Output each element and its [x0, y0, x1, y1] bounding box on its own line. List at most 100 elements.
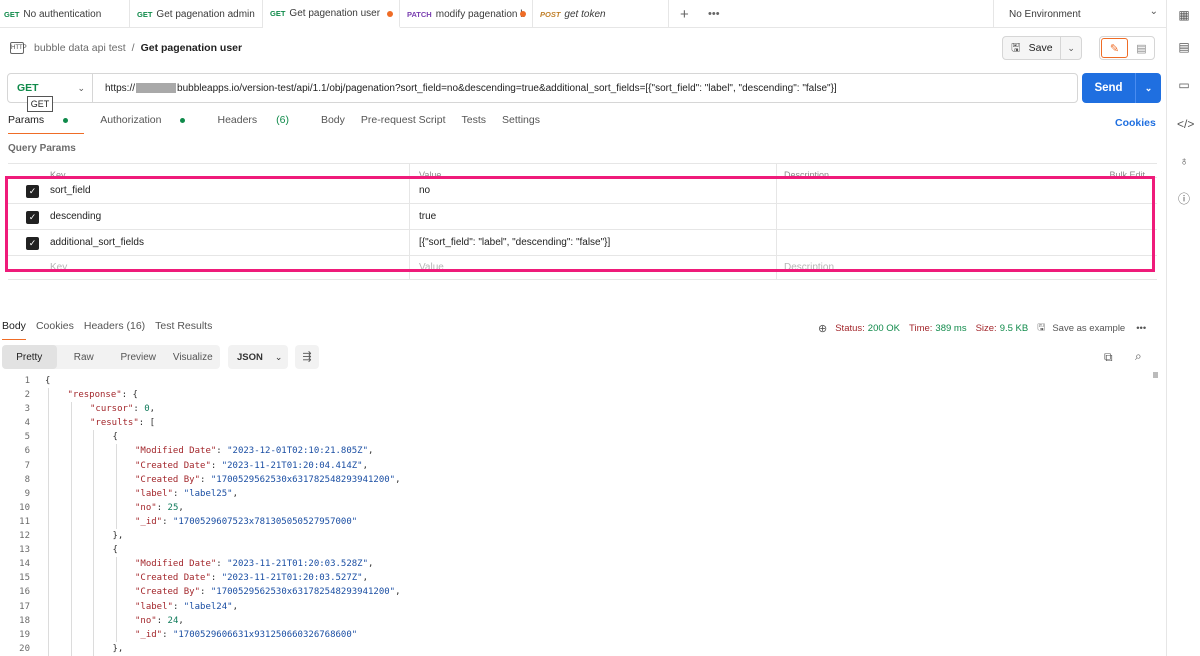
- tab-prerequest-script[interactable]: Pre-request Script: [361, 114, 446, 134]
- info-icon[interactable]: ⓘ: [1177, 192, 1191, 206]
- indent-guide: [93, 571, 94, 586]
- documentation-icon[interactable]: ▤: [1177, 40, 1191, 54]
- code-line: 15 "Created Date": "2023-11-21T01:20:03.5…: [0, 571, 1150, 586]
- globe-icon[interactable]: ⊕: [818, 322, 827, 335]
- tab-body[interactable]: Body: [321, 114, 345, 134]
- format-preview[interactable]: Preview: [111, 345, 166, 369]
- save-label: Save: [1028, 42, 1053, 54]
- more-tabs-icon[interactable]: •••: [708, 0, 720, 28]
- breadcrumb-collection[interactable]: bubble data api test: [34, 42, 126, 54]
- code-line: 2 "response": {: [0, 388, 1150, 403]
- code-line: 18 "no": 24,: [0, 613, 1150, 628]
- wrap-lines-icon[interactable]: ⇶: [295, 345, 319, 369]
- format-pretty[interactable]: Pretty: [2, 345, 57, 369]
- more-options-icon[interactable]: •••: [1136, 323, 1146, 334]
- headers-count: (6): [276, 114, 289, 126]
- tab-get-token[interactable]: POST get token: [533, 0, 669, 28]
- tab-no-authentication[interactable]: GET No authentication: [0, 0, 130, 28]
- breadcrumb-request-name[interactable]: Get pagenation user: [141, 42, 243, 54]
- format-visualize[interactable]: Visualize: [166, 345, 221, 369]
- save-dropdown-chevron-icon[interactable]: ⌄: [1060, 37, 1081, 59]
- documentation-view-icon[interactable]: ▤: [1129, 37, 1154, 59]
- line-number: 1: [24, 376, 30, 386]
- indent-guide: [115, 444, 117, 459]
- code-line: 11 "_id": "1700529607523x7813050505279570…: [0, 514, 1150, 530]
- indent-guide: [70, 416, 72, 431]
- cookies-link[interactable]: Cookies: [1115, 117, 1156, 129]
- response-body-code[interactable]: 1{2 "response": {3 "cursor": 0, 4 "results":…: [0, 374, 1150, 656]
- http-request-icon: HTTP: [10, 42, 27, 54]
- copy-icon[interactable]: ⧉: [1104, 350, 1113, 365]
- tab-modify-pagenation[interactable]: PATCH modify pagenation b: [400, 0, 533, 28]
- time-value[interactable]: 389 ms: [935, 323, 966, 334]
- indent-guide: [70, 444, 72, 459]
- indent-guide: [48, 486, 49, 501]
- edit-pencil-icon[interactable]: ✎: [1101, 38, 1128, 58]
- save-example-icon: 🖫: [1037, 322, 1046, 333]
- code-line: 3 "cursor": 0,: [0, 402, 1150, 417]
- indent-guide: [48, 557, 49, 572]
- view-mode-toggle: ✎ ▤: [1099, 36, 1155, 60]
- response-tab-cookies[interactable]: Cookies: [36, 320, 74, 340]
- line-number: 8: [24, 474, 30, 485]
- language-select[interactable]: JSON ⌄: [228, 345, 288, 369]
- code-text: {: [45, 376, 51, 386]
- indent-guide: [48, 599, 49, 614]
- tab-get-pagenation-user[interactable]: GET Get pagenation user: [263, 0, 400, 28]
- code-line: 8 "Created By": "1700529562530x6317825482…: [0, 472, 1150, 487]
- tab-authorization-label: Authorization: [100, 114, 162, 126]
- indent-guide: [48, 444, 49, 459]
- send-button[interactable]: Send ⌄: [1082, 73, 1161, 103]
- format-raw[interactable]: Raw: [57, 345, 112, 369]
- indent-guide: [115, 613, 117, 628]
- indent-guide: [48, 416, 49, 431]
- tab-get-pagenation-admin[interactable]: GET Get pagenation admin: [130, 0, 263, 28]
- code-line: 19 "_id": "1700529606631x9312506603267686…: [0, 627, 1150, 642]
- code-text: "Created Date": "2023-11-21T01:20:04.414…: [135, 460, 369, 471]
- new-tab-plus-icon[interactable]: +: [680, 0, 689, 28]
- tab-tests[interactable]: Tests: [462, 114, 487, 134]
- code-line: 5{: [0, 430, 1150, 445]
- tab-label: get token: [564, 8, 606, 20]
- status-value[interactable]: 200 OK: [868, 323, 900, 334]
- scrollbar-thumb[interactable]: [1153, 372, 1158, 378]
- response-tab-headers[interactable]: Headers (16): [84, 320, 145, 340]
- body-format-tabs: Pretty Raw Preview Visualize: [2, 345, 220, 369]
- code-text: {: [112, 432, 118, 443]
- send-label: Send: [1094, 82, 1123, 94]
- indent-guide: [70, 402, 72, 417]
- lightbulb-icon[interactable]: ♁: [1177, 154, 1191, 168]
- indent-guide: [93, 514, 94, 530]
- indent-guide: [70, 486, 72, 501]
- code-text: "Modified Date": "2023-12-01T02:10:21.80…: [135, 446, 374, 457]
- environment-selector[interactable]: No Environment ⌄: [993, 0, 1166, 28]
- request-tab-bar: GET No authentication GET Get pagenation…: [0, 0, 1166, 28]
- response-tab-body[interactable]: Body: [2, 320, 26, 340]
- search-icon[interactable]: ⌕: [1135, 349, 1142, 364]
- code-text: "Created By": "1700529562530x63178254829…: [135, 474, 401, 485]
- tab-headers[interactable]: Headers (6): [217, 114, 304, 134]
- send-dropdown-chevron-icon[interactable]: ⌄: [1135, 73, 1161, 103]
- url-suffix: bubbleapps.io/version-test/api/1.1/obj/p…: [177, 82, 837, 94]
- tab-settings[interactable]: Settings: [502, 114, 540, 134]
- code-line: 6 "Modified Date": "2023-12-01T02:10:21.8…: [0, 444, 1150, 459]
- tab-label: No authentication: [23, 8, 102, 20]
- code-line: 16 "Created By": "1700529562530x631782548…: [0, 585, 1150, 600]
- tab-label: Get pagenation admin: [156, 8, 255, 20]
- line-number: 14: [19, 559, 30, 570]
- comments-icon[interactable]: ▭: [1177, 78, 1191, 92]
- url-prefix: https://: [105, 82, 136, 94]
- environment-quick-look-icon[interactable]: ▦: [1177, 8, 1191, 22]
- code-icon[interactable]: </>: [1177, 117, 1194, 131]
- tab-authorization[interactable]: Authorization: [100, 114, 201, 134]
- indent-guide: [115, 627, 117, 642]
- size-value[interactable]: 9.5 KB: [1000, 323, 1029, 334]
- response-tab-test-results[interactable]: Test Results: [155, 320, 212, 340]
- indent-guide: [115, 514, 117, 530]
- code-text: "Created Date": "2023-11-21T01:20:03.527…: [135, 573, 369, 584]
- url-input[interactable]: https:// bubbleapps.io/version-test/api/1…: [93, 83, 837, 94]
- save-button[interactable]: 🖫 Save ⌄: [1002, 36, 1082, 60]
- save-as-example-button[interactable]: Save as example: [1052, 323, 1125, 334]
- method-label: GET: [17, 82, 39, 94]
- tab-params[interactable]: Params: [8, 114, 85, 134]
